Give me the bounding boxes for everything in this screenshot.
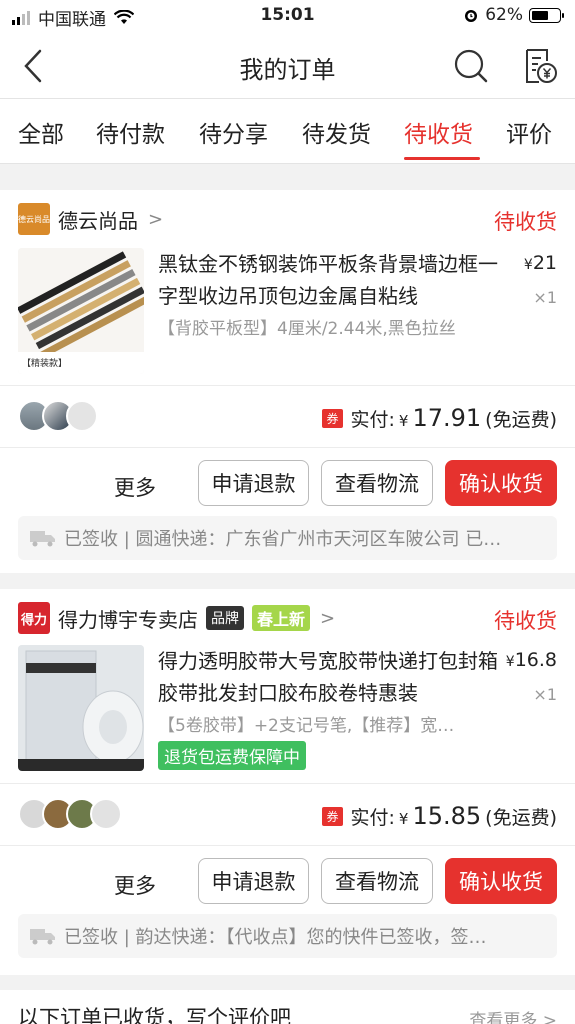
tab-review[interactable]: 评价 (506, 115, 552, 149)
product-quantity: ×1 (533, 685, 557, 704)
product-spec: 【5卷胶带】+2支记号笔,【推荐】宽… (158, 716, 455, 736)
product-price: ¥21 (523, 252, 557, 274)
store-logo: 得力 (18, 602, 50, 634)
shipping-note: (免运费) (485, 409, 557, 431)
status-bar: 中国联通 15:01 62% (0, 0, 575, 34)
more-button[interactable]: 更多 (114, 870, 156, 900)
product-quantity: ×1 (533, 288, 557, 307)
logistics-bar[interactable]: 已签收 | 圆通快递：广东省广州市天河区车陂公司 已… (18, 516, 557, 560)
paid-summary: 券 实付: ¥ 15.85 (免运费) (322, 802, 557, 830)
logistics-text: 已签收 | 圆通快递：广东省广州市天河区车陂公司 已… (64, 529, 502, 550)
shipping-note: (免运费) (485, 807, 557, 829)
refund-button[interactable]: 申请退款 (198, 858, 309, 904)
coupon-badge: 券 (322, 806, 343, 826)
divider (0, 447, 575, 448)
divider (0, 385, 575, 386)
store-header[interactable]: 得力 得力博宇专卖店 品牌 春上新 > (18, 601, 335, 635)
avatar (90, 798, 122, 830)
paid-label: 实付: (350, 409, 395, 431)
logistics-bar[interactable]: 已签收 | 韵达快递：【代收点】您的快件已签收，签… (18, 914, 557, 958)
chevron-right-icon: > (320, 607, 336, 629)
store-name[interactable]: 德云尚品 (58, 205, 138, 234)
view-more-link[interactable]: 查看更多 > (469, 1006, 557, 1024)
more-button[interactable]: 更多 (114, 472, 156, 502)
paid-summary: 券 实付: ¥ 17.91 (免运费) (322, 404, 557, 432)
tab-pending-receipt[interactable]: 待收货 (404, 115, 473, 149)
paid-amount: 15.85 (412, 802, 482, 830)
return-shipping-badge: 退货包运费保障中 (158, 741, 306, 770)
truck-icon (30, 929, 55, 945)
order-tabs: 全部 待付款 待分享 待发货 待收货 评价 (0, 98, 575, 164)
logistics-text: 已签收 | 韵达快递：【代收点】您的快件已签收，签… (64, 927, 487, 948)
product-title[interactable]: 得力透明胶带大号宽胶带快递打包封箱胶带批发封口胶布胶卷特惠装 (158, 645, 503, 709)
brand-badge: 品牌 (206, 606, 244, 630)
search-icon[interactable] (453, 48, 489, 84)
product-price: ¥16.8 (505, 649, 557, 671)
order-card: 德云尚品 德云尚品 > 待收货 【精装款】 黑钛金不锈钢装饰平板条背景墙边框一字… (0, 190, 575, 573)
paid-amount: 17.91 (412, 404, 482, 432)
paid-label: 实付: (350, 807, 395, 829)
alarm-icon (465, 10, 478, 22)
group-avatars (18, 400, 98, 432)
coupon-badge: 券 (322, 408, 343, 428)
active-tab-indicator (404, 157, 480, 160)
product-price-value: 16.8 (514, 649, 557, 671)
spring-new-badge: 春上新 (252, 605, 311, 631)
view-logistics-button[interactable]: 查看物流 (321, 858, 433, 904)
store-header[interactable]: 德云尚品 德云尚品 > (18, 202, 163, 236)
product-spec: 【背胶平板型】4厘米/2.44米,黑色拉丝 (158, 319, 456, 339)
order-card: 得力 得力博宇专卖店 品牌 春上新 > 待收货 得力透明胶带大号宽胶带快递打包封… (0, 589, 575, 975)
order-status: 待收货 (494, 210, 557, 234)
confirm-receipt-button[interactable]: 确认收货 (445, 858, 557, 904)
refund-button[interactable]: 申请退款 (198, 460, 309, 506)
tab-pending-share[interactable]: 待分享 (199, 115, 268, 149)
battery-icon (529, 7, 564, 23)
order-status: 待收货 (494, 609, 557, 633)
review-prompt-section: 以下订单已收货，写个评价吧 查看更多 > (0, 990, 575, 1024)
store-logo: 德云尚品 (18, 203, 50, 235)
divider (0, 783, 575, 784)
nav-bar: 我的订单 (0, 34, 575, 98)
review-prompt-title: 以下订单已收货，写个评价吧 (18, 1006, 291, 1024)
confirm-receipt-button[interactable]: 确认收货 (445, 460, 557, 506)
product-price-value: 21 (532, 252, 557, 274)
chevron-right-icon: > (148, 208, 164, 230)
divider (0, 845, 575, 846)
svg-text:【精装款】: 【精装款】 (22, 357, 67, 369)
tab-pending-payment[interactable]: 待付款 (96, 115, 165, 149)
truck-icon (30, 531, 55, 547)
group-avatars (18, 798, 122, 830)
avatar (66, 400, 98, 432)
view-logistics-button[interactable]: 查看物流 (321, 460, 433, 506)
product-title[interactable]: 黑钛金不锈钢装饰平板条背景墙边框一字型收边吊顶包边金属自粘线 (158, 248, 503, 312)
battery-percent: 62% (485, 5, 523, 25)
bill-icon[interactable] (521, 47, 557, 85)
store-name[interactable]: 得力博宇专卖店 (58, 604, 198, 633)
product-image[interactable]: 【精装款】 (18, 248, 144, 374)
tab-all[interactable]: 全部 (18, 115, 64, 149)
tab-pending-shipment[interactable]: 待发货 (302, 115, 371, 149)
product-image[interactable] (18, 645, 144, 771)
